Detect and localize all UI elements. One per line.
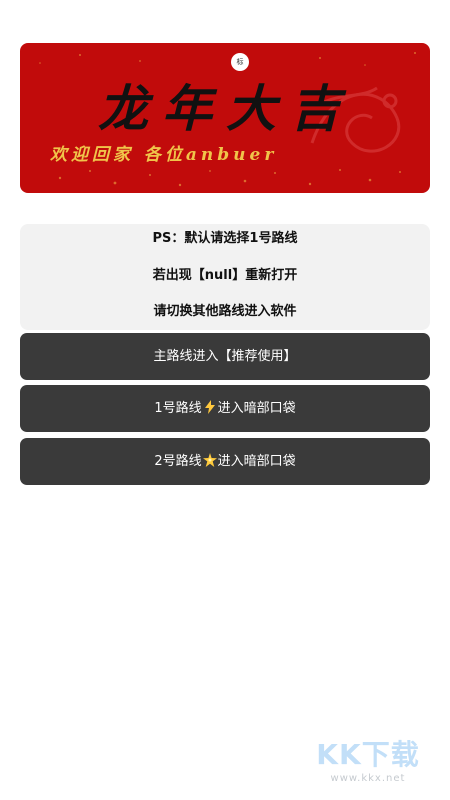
site-watermark: KK下载 www.kkx.net: [298, 738, 438, 786]
route-1-suffix: 进入暗部口袋: [217, 401, 296, 416]
lightning-icon: [204, 400, 215, 414]
notice-line-default-route: PS：默认请选择1号路线: [152, 231, 298, 246]
route-2-button[interactable]: 2号路线 进入暗部口袋: [20, 438, 430, 485]
route-2-suffix: 进入暗部口袋: [217, 454, 296, 469]
watermark-logo: KK下载: [316, 738, 420, 771]
route-1-prefix: 1号路线: [154, 401, 202, 416]
banner-subline: 欢迎回家 各位anbuer: [50, 145, 278, 165]
main-route-label: 主路线进入【推荐使用】: [153, 349, 297, 364]
watermark-url: www.kkx.net: [330, 773, 406, 784]
banner-headline: 龙年大吉: [98, 79, 354, 138]
welcome-banner: 标 龙年大吉 欢迎回家 各位anbuer: [20, 43, 430, 193]
route-1-button[interactable]: 1号路线 进入暗部口袋: [20, 385, 430, 432]
app-badge-icon: 标: [231, 53, 249, 71]
notice-line-null-reopen: 若出现【null】重新打开: [152, 268, 298, 283]
main-route-button[interactable]: 主路线进入【推荐使用】: [20, 333, 430, 380]
route-2-prefix: 2号路线: [154, 454, 202, 469]
sparkle-star-icon: [202, 453, 217, 467]
notice-line-switch-route: 请切换其他路线进入软件: [153, 304, 297, 319]
notice-card: PS：默认请选择1号路线 若出现【null】重新打开 请切换其他路线进入软件: [20, 224, 430, 330]
